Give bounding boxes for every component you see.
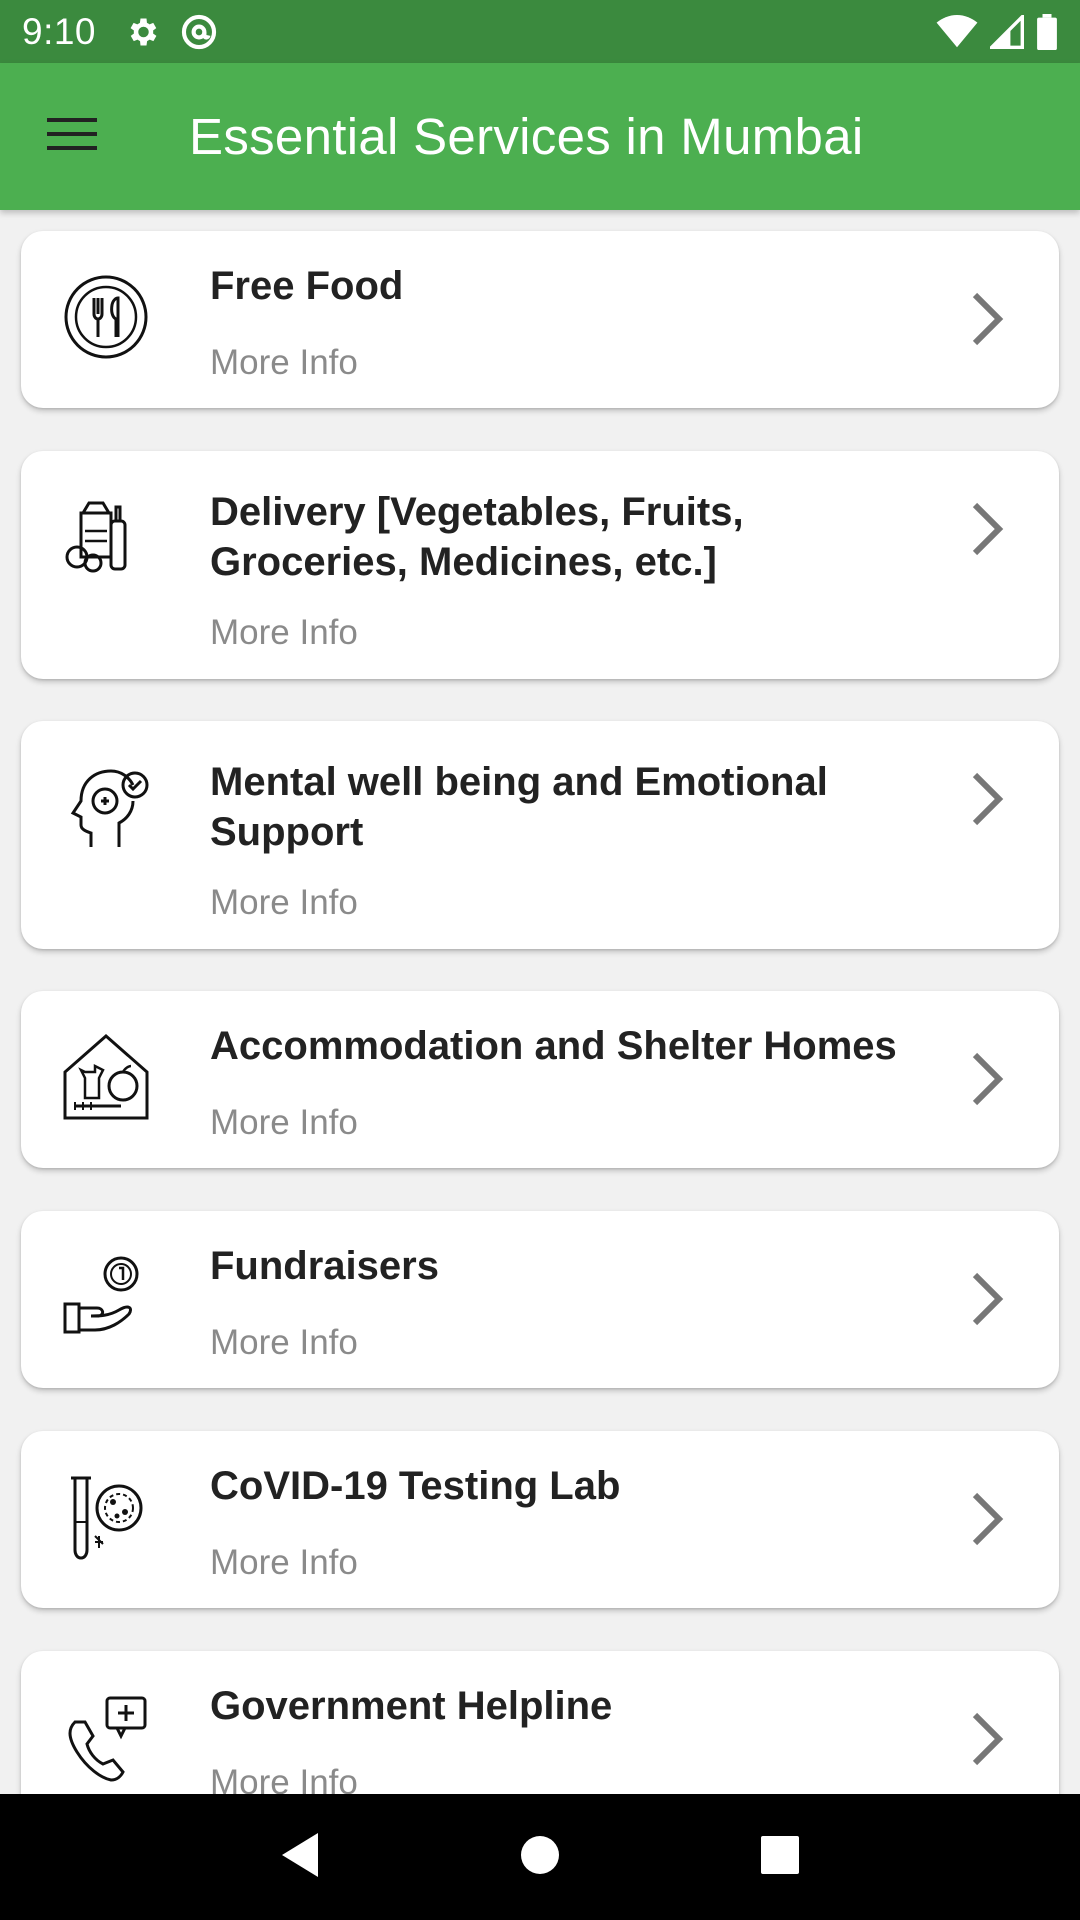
service-title: CoVID-19 Testing Lab [210,1464,621,1508]
settings-gear-icon [124,14,160,50]
mental-health-head-icon [61,761,151,851]
home-circle-icon [519,1834,561,1881]
chevron-right-icon [967,1269,1007,1329]
system-nav-bar [0,1794,1080,1920]
status-bar: 9:10 [0,0,1080,63]
phone-medical-helpline-icon [61,1692,151,1782]
more-info-link[interactable]: More Info [210,883,358,923]
status-left-icons [124,13,218,51]
service-title: Free Food [210,264,404,308]
chevron-right-icon [967,1489,1007,1549]
service-card-free-food[interactable]: Free Food More Info [21,231,1059,408]
donation-hand-coin-icon [61,1252,151,1342]
back-triangle-icon [278,1831,322,1884]
groceries-delivery-icon [61,491,151,581]
more-info-link[interactable]: More Info [210,1103,358,1143]
nav-back-button[interactable] [260,1817,340,1897]
nav-recents-button[interactable] [740,1817,820,1897]
status-time: 9:10 [22,10,97,52]
service-card-accommodation[interactable]: Accommodation and Shelter Homes More Inf… [21,991,1059,1168]
hamburger-menu-icon [47,116,99,157]
more-info-link[interactable]: More Info [210,343,358,383]
at-sign-icon [180,13,218,51]
chevron-right-icon [967,1709,1007,1769]
service-card-government-helpline[interactable]: Government Helpline More Info [21,1651,1059,1794]
battery-icon [1036,13,1058,50]
service-card-delivery[interactable]: Delivery [Vegetables, Fruits, Groceries,… [21,451,1059,679]
service-title: Fundraisers [210,1244,439,1288]
chevron-right-icon [967,769,1007,829]
more-info-link[interactable]: More Info [210,1763,358,1794]
service-card-fundraisers[interactable]: Fundraisers More Info [21,1211,1059,1388]
service-title: Government Helpline [210,1684,613,1728]
nav-home-button[interactable] [500,1817,580,1897]
chevron-right-icon [967,499,1007,559]
service-card-mental-well-being[interactable]: Mental well being and Emotional Support … [21,721,1059,949]
wifi-icon [936,14,978,49]
more-info-link[interactable]: More Info [210,613,358,653]
service-title: Delivery [Vegetables, Fruits, Groceries,… [210,490,744,584]
chevron-right-icon [967,289,1007,349]
chevron-right-icon [967,1049,1007,1109]
service-title: Accommodation and Shelter Homes [210,1024,897,1068]
services-list[interactable]: Free Food More Info Delivery [Vegetables… [0,210,1080,1794]
app-title: Essential Services in Mumbai [189,108,864,165]
hamburger-menu-button[interactable] [31,95,115,179]
more-info-link[interactable]: More Info [210,1323,358,1363]
cell-signal-icon [990,14,1024,49]
status-right-icons [936,13,1058,50]
app-bar: Essential Services in Mumbai [0,63,1080,210]
service-card-covid-testing-lab[interactable]: CoVID-19 Testing Lab More Info [21,1431,1059,1608]
recents-square-icon [760,1835,800,1880]
plate-cutlery-icon [61,272,151,362]
more-info-link[interactable]: More Info [210,1543,358,1583]
service-title: Mental well being and Emotional Support [210,760,828,854]
shelter-home-icon [61,1032,151,1122]
test-tube-virus-icon [61,1472,151,1562]
